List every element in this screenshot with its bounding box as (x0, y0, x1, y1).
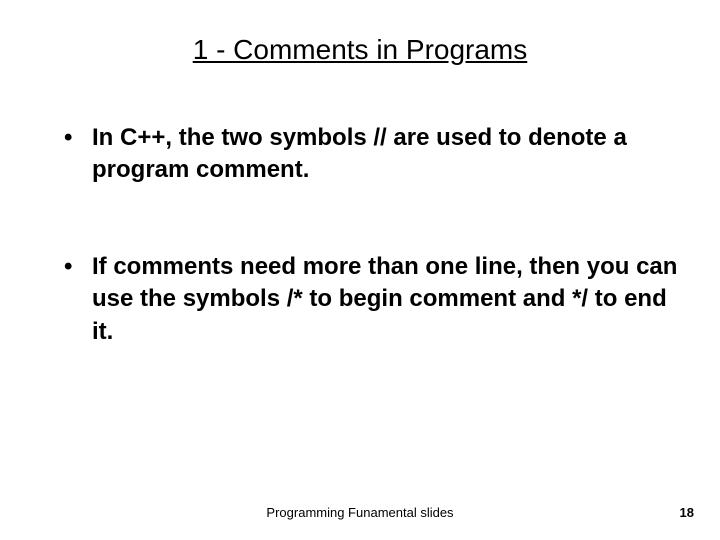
footer-center-text: Programming Funamental slides (0, 505, 720, 520)
page-number: 18 (680, 505, 694, 520)
list-item: If comments need more than one line, the… (64, 251, 680, 348)
bullet-list: In C++, the two symbols // are used to d… (40, 122, 680, 348)
list-item: In C++, the two symbols // are used to d… (64, 122, 680, 187)
slide: 1 - Comments in Programs In C++, the two… (0, 0, 720, 540)
slide-title: 1 - Comments in Programs (40, 34, 680, 66)
